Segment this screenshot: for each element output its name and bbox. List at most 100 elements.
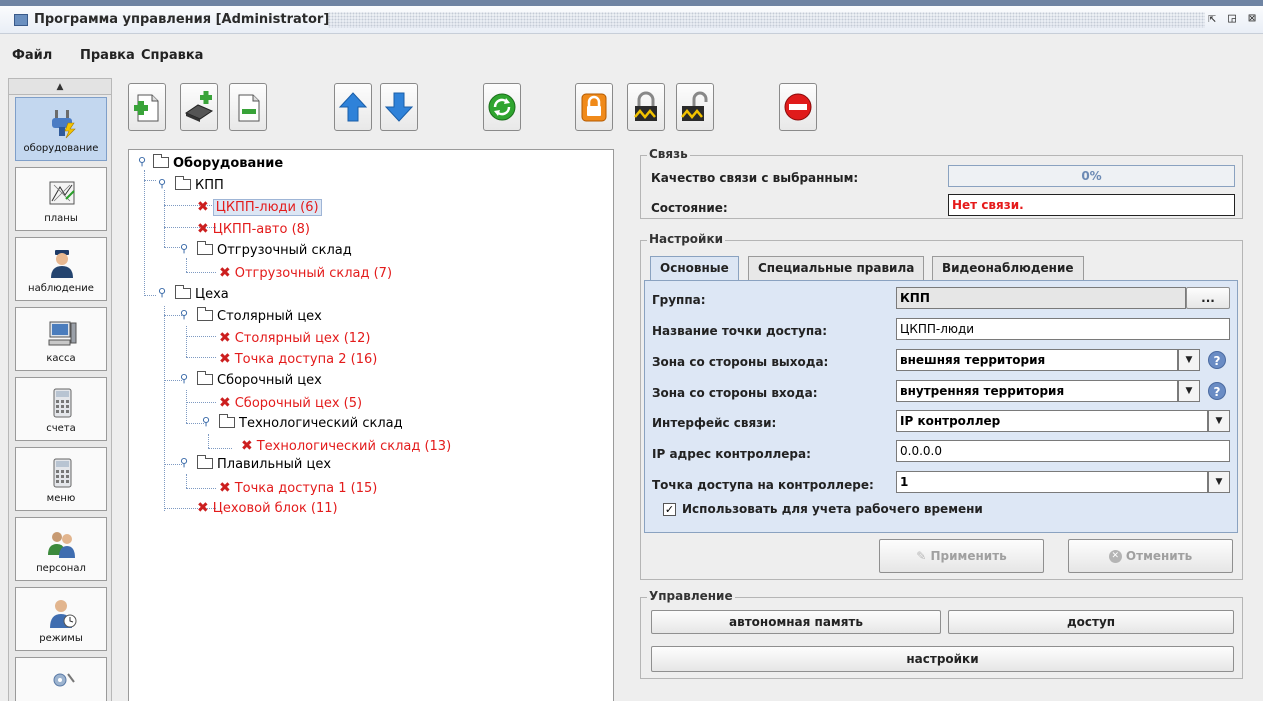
settings-title: Настройки — [647, 232, 726, 246]
tree-expand-icon[interactable]: ⚲ — [158, 177, 166, 190]
chevron-down-icon[interactable]: ▼ — [1208, 410, 1230, 432]
minimize-icon[interactable]: ⇱ — [1203, 10, 1221, 28]
worktime-checkbox[interactable]: ✓ — [663, 503, 676, 516]
lock-button[interactable] — [575, 83, 613, 131]
group-browse-button[interactable]: ... — [1186, 287, 1230, 309]
nav-equipment[interactable]: оборудование — [15, 97, 107, 161]
nav-more[interactable] — [15, 657, 107, 701]
tree-node-device[interactable]: ✖ Точка доступа 1 (15) — [219, 479, 377, 497]
tree-expand-icon[interactable]: ⚲ — [180, 372, 188, 385]
stop-icon — [784, 93, 812, 121]
tab-special-rules[interactable]: Специальные правила — [748, 256, 925, 280]
tree-node-folder[interactable]: КПП — [175, 176, 224, 195]
tree-expand-icon[interactable]: ⚲ — [180, 456, 188, 469]
tree-node-device[interactable]: ✖ Столярный цех (12) — [219, 329, 370, 347]
computer-icon — [48, 321, 77, 346]
tree-line — [186, 474, 187, 488]
tree-node-device[interactable]: ✖ Цеховой блок (11) — [197, 499, 338, 517]
tree-expand-icon[interactable]: ⚲ — [158, 286, 166, 299]
add-group-button[interactable] — [128, 83, 166, 131]
tree-expand-icon[interactable]: ⚲ — [138, 155, 146, 168]
remove-button[interactable] — [229, 83, 267, 131]
tree-line — [186, 272, 216, 273]
exit-zone-select[interactable]: внешняя территория — [896, 349, 1178, 371]
calculator-icon — [53, 458, 72, 488]
tree-node-device[interactable]: ✖ Сборочный цех (5) — [219, 394, 362, 412]
tree-node-folder[interactable]: Столярный цех — [197, 307, 322, 326]
title-bar-accent — [0, 0, 1263, 6]
title-bar: Программа управления [Administrator] ⇱ ◲… — [0, 0, 1263, 34]
close-icon[interactable]: ⊠ — [1243, 10, 1261, 28]
tree-node-folder[interactable]: Плавильный цех — [197, 455, 331, 474]
controller-point-label: Точка доступа на контроллере: — [652, 478, 874, 492]
autonomous-memory-button[interactable]: автономная память — [651, 610, 941, 634]
tree-node-folder[interactable]: Отгрузочный склад — [197, 241, 352, 260]
tree-node-folder[interactable]: Сборочный цех — [197, 371, 322, 390]
chevron-down-icon[interactable]: ▼ — [1178, 380, 1200, 402]
plug-icon — [52, 110, 76, 139]
menu-edit[interactable]: Правка — [80, 48, 135, 63]
connection-quality-bar: 0% — [948, 165, 1235, 187]
move-down-button[interactable] — [380, 83, 418, 131]
help-icon[interactable]: ? — [1208, 382, 1226, 400]
tree-line — [186, 357, 216, 358]
settings-button[interactable]: настройки — [651, 646, 1234, 672]
group-label: Группа: — [652, 293, 706, 307]
refresh-icon — [488, 93, 516, 121]
pencil-icon: ✎ — [916, 549, 927, 563]
calculator-icon — [53, 388, 72, 418]
tree-node-device[interactable]: ✖ Отгрузочный склад (7) — [219, 264, 392, 282]
move-up-button[interactable] — [334, 83, 372, 131]
menu-help[interactable]: Справка — [141, 48, 203, 63]
access-button[interactable]: доступ — [948, 610, 1234, 634]
nav-modes[interactable]: режимы — [15, 587, 107, 651]
connection-state-value: Нет связи. — [948, 194, 1235, 216]
nav-accounts[interactable]: счета — [15, 377, 107, 441]
ip-address-input[interactable] — [896, 440, 1230, 462]
tab-video[interactable]: Видеонаблюдение — [932, 256, 1084, 280]
tree-node-folder[interactable]: Оборудование — [153, 154, 283, 173]
tree-line — [186, 258, 187, 272]
tree-line — [186, 402, 216, 403]
folder-icon — [153, 154, 169, 168]
stop-button[interactable] — [779, 83, 817, 131]
nav-plans[interactable]: планы — [15, 167, 107, 231]
refresh-button[interactable] — [483, 83, 521, 131]
maximize-icon[interactable]: ◲ — [1223, 10, 1241, 28]
tree-line — [186, 390, 187, 423]
tree-expand-icon[interactable]: ⚲ — [202, 415, 210, 428]
nav-cash[interactable]: касса — [15, 307, 107, 371]
nav-observation[interactable]: наблюдение — [15, 237, 107, 301]
cancel-button-label: Отменить — [1125, 549, 1193, 563]
nav-menu[interactable]: меню — [15, 447, 107, 511]
lock-open-button[interactable] — [676, 83, 714, 131]
tree-node-device[interactable]: ✖ Точка доступа 2 (16) — [219, 350, 377, 368]
tree-expand-icon[interactable]: ⚲ — [180, 308, 188, 321]
tree-node-device[interactable]: ✖ ЦКПП-люди (6) — [197, 198, 322, 216]
tree-node-folder[interactable]: Технологический склад — [219, 414, 403, 433]
help-icon[interactable]: ? — [1208, 351, 1226, 369]
tab-main[interactable]: Основные — [650, 256, 739, 281]
entry-zone-select[interactable]: внутренняя территория — [896, 380, 1178, 402]
apply-button[interactable]: ✎ Применить — [879, 539, 1044, 573]
cancel-button[interactable]: ✕ Отменить — [1068, 539, 1233, 573]
chevron-down-icon[interactable]: ▼ — [1208, 471, 1230, 493]
interface-select[interactable]: IP контроллер — [896, 410, 1208, 432]
access-point-name-input[interactable] — [896, 318, 1230, 340]
tree-node-folder[interactable]: Цеха — [175, 285, 229, 304]
chevron-down-icon[interactable]: ▼ — [1178, 349, 1200, 371]
folder-icon — [197, 241, 213, 255]
menu-file[interactable]: Файл — [12, 48, 52, 63]
nav-personnel[interactable]: персонал — [15, 517, 107, 581]
tree-line — [208, 448, 232, 449]
tree-expand-icon[interactable]: ⚲ — [180, 242, 188, 255]
controller-point-select[interactable]: 1 — [896, 471, 1208, 493]
add-device-button[interactable] — [180, 83, 218, 131]
nav-scroll-up-icon[interactable]: ▲ — [9, 79, 111, 95]
tree-line — [186, 488, 216, 489]
tree-node-device[interactable]: ✖ Технологический склад (13) — [241, 437, 451, 455]
arrow-up-icon — [338, 92, 368, 122]
lock-closed-button[interactable] — [627, 83, 665, 131]
title-drag-area[interactable] — [328, 12, 1205, 28]
tree-node-device[interactable]: ✖ ЦКПП-авто (8) — [197, 220, 310, 238]
